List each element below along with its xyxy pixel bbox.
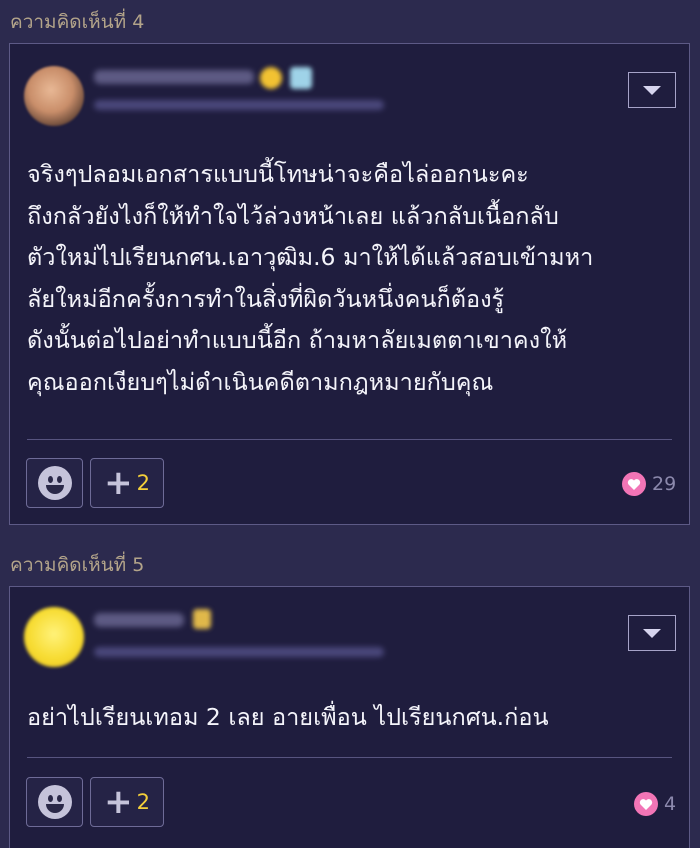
comment-body: จริงๆปลอมเอกสารแบบนี้โทษน่าจะคือไล่ออกนะ… bbox=[27, 154, 672, 403]
comment-menu-button[interactable] bbox=[628, 72, 676, 108]
comment-line: ตัวใหม่ไปเรียนกศน.เอาวุฒิม.6 มาให้ได้แล้… bbox=[27, 243, 594, 271]
plus-icon: + bbox=[104, 463, 133, 503]
badge-icon bbox=[193, 609, 211, 629]
smile-emoji-icon bbox=[37, 466, 72, 500]
comment-line: คุณออกเงียบๆไม่ดำเนินคดีตามกฎหมายกับคุณ bbox=[27, 367, 494, 396]
timestamp-redacted bbox=[94, 100, 384, 110]
divider bbox=[27, 757, 672, 758]
comment-card: อย่าไปเรียนเทอม 2 เลย อายเพื่อน ไปเรียนก… bbox=[9, 586, 690, 848]
chevron-down-icon bbox=[643, 85, 661, 95]
comment-line: ลัยใหม่อีกครั้งการทำในสิ่งที่ผิดวันหนึ่ง… bbox=[27, 284, 505, 313]
like-count: 29 bbox=[652, 473, 677, 495]
plus-count: 2 bbox=[136, 471, 150, 495]
emoji-react-button[interactable] bbox=[26, 458, 83, 508]
plus-count: 2 bbox=[136, 790, 150, 814]
emoji-react-button[interactable] bbox=[26, 777, 83, 827]
user-avatar[interactable] bbox=[24, 607, 84, 667]
chevron-down-icon bbox=[643, 628, 661, 638]
comment-body: อย่าไปเรียนเทอม 2 เลย อายเพื่อน ไปเรียนก… bbox=[27, 697, 672, 739]
plus-vote-button[interactable]: + 2 bbox=[90, 777, 164, 827]
comment-line: ถึงกลัวยังไงก็ให้ทำใจไว้ล่วงหน้าเลย แล้ว… bbox=[27, 201, 559, 230]
username-redacted[interactable] bbox=[94, 70, 254, 84]
comment-number-label: ความคิดเห็นที่ 4 bbox=[10, 11, 145, 33]
comment-number-label: ความคิดเห็นที่ 5 bbox=[10, 554, 145, 576]
emoji-badge-icon bbox=[260, 67, 282, 89]
user-avatar[interactable] bbox=[24, 66, 84, 126]
like-count: 4 bbox=[664, 793, 677, 815]
comment-line: ดังนั้นต่อไปอย่าทำแบบนี้อีก ถ้ามหาลัยเมต… bbox=[27, 326, 568, 354]
heart-icon bbox=[634, 792, 658, 816]
comment-menu-button[interactable] bbox=[628, 615, 676, 651]
badge-icon bbox=[290, 67, 312, 89]
like-counter[interactable]: 29 bbox=[622, 472, 676, 496]
username-redacted[interactable] bbox=[94, 613, 184, 627]
like-counter[interactable]: 4 bbox=[634, 792, 676, 816]
comment-line: อย่าไปเรียนเทอม 2 เลย อายเพื่อน ไปเรียนก… bbox=[27, 703, 549, 731]
divider bbox=[27, 439, 672, 440]
heart-icon bbox=[622, 472, 646, 496]
comment-card: จริงๆปลอมเอกสารแบบนี้โทษน่าจะคือไล่ออกนะ… bbox=[9, 43, 690, 525]
comment-line: จริงๆปลอมเอกสารแบบนี้โทษน่าจะคือไล่ออกนะ… bbox=[27, 160, 529, 188]
timestamp-redacted bbox=[94, 647, 384, 657]
plus-vote-button[interactable]: + 2 bbox=[90, 458, 164, 508]
plus-icon: + bbox=[104, 782, 133, 822]
smile-emoji-icon bbox=[37, 785, 72, 819]
